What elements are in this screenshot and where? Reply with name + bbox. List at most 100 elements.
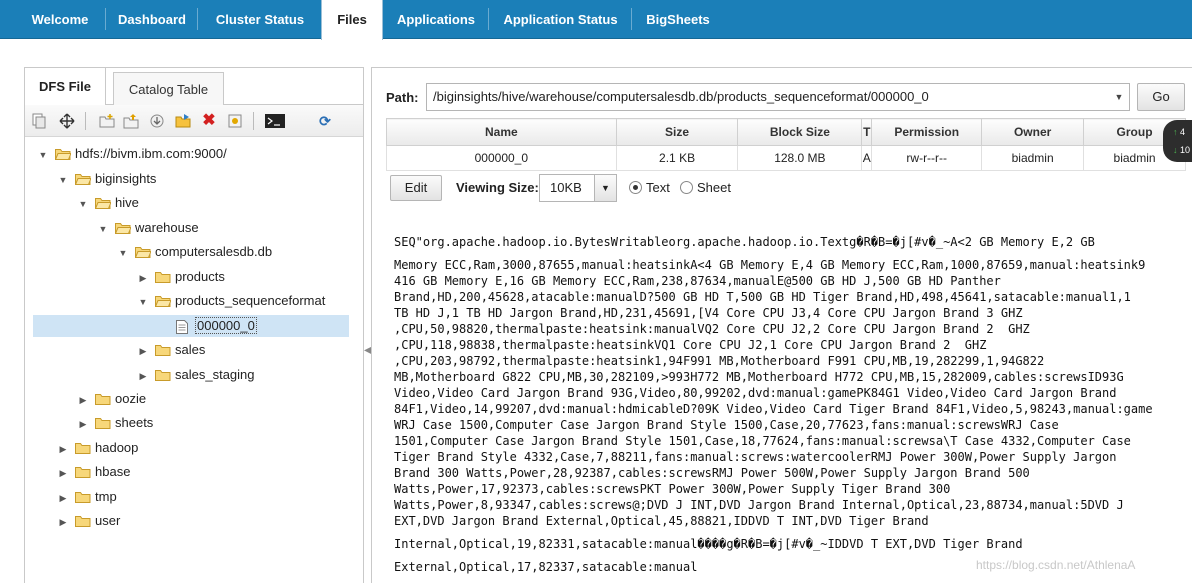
radio-text[interactable]: Text <box>629 180 670 195</box>
expanded-arrow-icon[interactable]: ▼ <box>137 291 149 313</box>
properties-icon[interactable] <box>227 113 243 129</box>
new-folder-icon[interactable] <box>99 113 115 129</box>
radio-sheet[interactable]: Sheet <box>680 180 731 195</box>
expanded-arrow-icon[interactable]: ▼ <box>57 169 69 191</box>
column-header-permission[interactable]: Permission <box>871 118 983 146</box>
expanded-arrow-icon[interactable]: ▼ <box>77 193 89 215</box>
refresh-icon[interactable]: ⟳ <box>317 113 333 129</box>
cell-type: A <box>861 145 873 171</box>
collapsed-arrow-icon[interactable]: ▶ <box>57 511 69 533</box>
content-line: 84F1,Video,14,99207,dvd:manual:hdmicable… <box>394 402 1153 416</box>
folder-icon <box>155 344 171 356</box>
copy-icon[interactable] <box>31 113 47 129</box>
folder-icon <box>95 417 111 429</box>
nav-tab-application-status[interactable]: Application Status <box>489 0 632 39</box>
column-header-type[interactable]: T <box>861 118 873 146</box>
tab-catalog-table[interactable]: Catalog Table <box>113 72 224 105</box>
tree-item[interactable]: ▶ sheets <box>77 412 154 435</box>
column-header-name[interactable]: Name <box>386 118 617 146</box>
upload-speed: ↑ 4 <box>1173 127 1186 137</box>
tree-item[interactable]: ▶ oozie <box>77 388 147 411</box>
open-folder-icon <box>55 148 71 160</box>
collapsed-arrow-icon[interactable]: ▶ <box>57 438 69 460</box>
tree-item[interactable]: ▶ products <box>137 266 225 288</box>
tree-item-label: hive <box>115 195 139 210</box>
content-line: Watts,Power,17,92373,cables:screwsPKT Po… <box>394 482 951 496</box>
table-row[interactable]: 000000_0 2.1 KB 128.0 MB A rw-r--r-- bia… <box>386 145 1186 171</box>
edit-button[interactable]: Edit <box>390 175 442 201</box>
chevron-down-icon[interactable]: ▼ <box>594 175 616 201</box>
expanded-arrow-icon[interactable]: ▼ <box>97 218 109 240</box>
column-header-block-size[interactable]: Block Size <box>737 118 863 146</box>
tree-item[interactable]: ▼ hive <box>77 192 139 214</box>
tab-dfs-file[interactable]: DFS File <box>25 68 106 106</box>
table-header-row: Name Size Block Size T Permission Owner … <box>386 118 1186 146</box>
column-header-owner[interactable]: Owner <box>981 118 1085 146</box>
open-folder-icon[interactable] <box>175 113 191 129</box>
nav-tab-cluster-status[interactable]: Cluster Status <box>198 0 322 39</box>
tree-item-label: hbase <box>95 464 131 479</box>
toolbar-divider <box>253 112 254 130</box>
column-header-size[interactable]: Size <box>615 118 739 146</box>
expanded-arrow-icon[interactable]: ▼ <box>37 144 49 166</box>
tree-item-label: sales_staging <box>175 367 255 382</box>
content-line: Brand 300 Watts,Power,28,92387,cables:sc… <box>394 466 1030 480</box>
terminal-icon[interactable] <box>265 113 285 129</box>
folder-icon <box>95 393 111 405</box>
path-combobox[interactable]: /biginsights/hive/warehouse/computersale… <box>426 83 1130 111</box>
left-tabs: DFS File Catalog Table <box>25 68 363 106</box>
tree-item[interactable]: ▼ warehouse <box>97 217 199 239</box>
collapsed-arrow-icon[interactable]: ▶ <box>137 267 149 289</box>
content-line: EXT,DVD Jargon Brand External,Optical,45… <box>394 514 929 528</box>
nav-tab-dashboard[interactable]: Dashboard <box>106 0 198 39</box>
expanded-arrow-icon[interactable]: ▼ <box>117 242 129 264</box>
top-nav: Welcome Dashboard Cluster Status Files A… <box>0 0 1192 40</box>
collapsed-arrow-icon[interactable]: ▶ <box>137 365 149 387</box>
tree-item[interactable]: ▼ products_sequenceformat <box>137 290 326 313</box>
tree-item[interactable]: ▶ tmp <box>57 486 117 508</box>
tree-item-label: hdfs://bivm.ibm.com:9000/ <box>75 146 227 161</box>
tree-item-selected[interactable]: 000000_0 <box>33 315 349 337</box>
tree-item[interactable]: ▶ sales <box>137 339 206 362</box>
collapsed-arrow-icon[interactable]: ▶ <box>77 389 89 411</box>
upload-icon[interactable] <box>123 113 139 129</box>
tree-item[interactable]: ▶ sales_staging <box>137 364 255 386</box>
content-line: Memory ECC,Ram,3000,87655,manual:heatsin… <box>394 258 1146 272</box>
tree-item-label: tmp <box>95 489 117 504</box>
tree-item[interactable]: ▼ biginsights <box>57 168 157 191</box>
tree-item[interactable]: ▼ computersalesdb.db <box>117 241 273 264</box>
nav-tab-welcome[interactable]: Welcome <box>14 0 106 39</box>
tree-item[interactable]: ▼ hdfs://bivm.ibm.com:9000/ <box>37 143 227 165</box>
collapsed-arrow-icon[interactable]: ▶ <box>77 413 89 435</box>
folder-icon <box>75 466 91 478</box>
cell-name: 000000_0 <box>386 145 617 171</box>
tree-item-label: 000000_0 <box>195 317 257 334</box>
collapsed-arrow-icon[interactable]: ▶ <box>137 340 149 362</box>
download-icon[interactable] <box>149 113 165 129</box>
delete-icon[interactable]: ✖ <box>201 113 217 129</box>
nav-tab-applications[interactable]: Applications <box>383 0 489 39</box>
tree-item[interactable]: ▶ hbase <box>57 461 131 484</box>
viewing-size-value: 10KB <box>550 180 582 195</box>
viewing-size-select[interactable]: 10KB ▼ <box>539 174 617 202</box>
collapsed-arrow-icon[interactable]: ▶ <box>57 487 69 509</box>
tree-item[interactable]: ▶ hadoop <box>57 437 139 460</box>
nav-tab-bigsheets[interactable]: BigSheets <box>632 0 724 39</box>
content-line: Tiger Brand Style 4332,Case,7,88211,fans… <box>394 450 1117 464</box>
content-line: MB,Motherboard G822 CPU,MB,30,282109,>99… <box>394 370 1124 384</box>
tree-item[interactable]: ▶ user <box>57 510 121 533</box>
content-line: 416 GB Memory E,16 GB Memory ECC,Ram,238… <box>394 274 1001 288</box>
path-label: Path: <box>386 90 419 105</box>
content-line: ,CPU,118,98838,thermalpaste:heatsinkVQ1 … <box>394 338 987 352</box>
chevron-down-icon[interactable]: ▼ <box>1109 84 1129 110</box>
move-icon[interactable] <box>59 113 75 129</box>
go-button[interactable]: Go <box>1137 83 1185 111</box>
path-value: /biginsights/hive/warehouse/computersale… <box>433 89 929 104</box>
collapsed-arrow-icon[interactable]: ▶ <box>57 462 69 484</box>
file-content-view[interactable]: SEQ"org.apache.hadoop.io.BytesWritableor… <box>394 234 1184 575</box>
tree-item-label: biginsights <box>95 171 157 186</box>
radio-text-label: Text <box>646 180 670 195</box>
network-speed-widget[interactable]: ↑ 4 ↓ 10 <box>1163 120 1192 162</box>
nav-tab-files[interactable]: Files <box>321 0 383 40</box>
folder-icon <box>75 515 91 527</box>
